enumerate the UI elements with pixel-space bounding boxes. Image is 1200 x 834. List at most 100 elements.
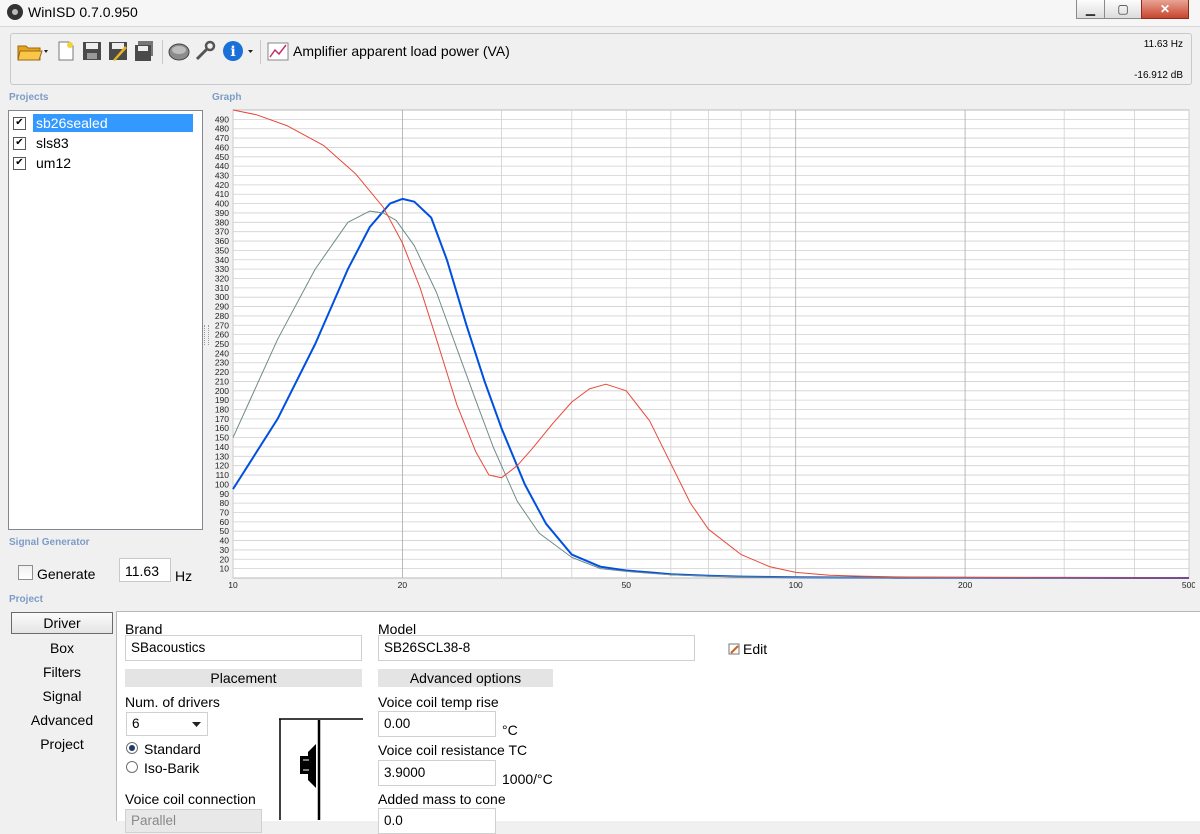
num-drivers-select[interactable]: 6 bbox=[126, 712, 208, 736]
generate-checkbox[interactable] bbox=[18, 565, 33, 580]
tab-driver[interactable]: Driver bbox=[11, 612, 113, 634]
maximize-button[interactable]: ▢ bbox=[1104, 0, 1142, 19]
project-item[interactable]: ✔ sls83 bbox=[13, 134, 72, 152]
advanced-options-header: Advanced options bbox=[378, 669, 553, 687]
model-field[interactable]: SB26SCL38-8 bbox=[378, 635, 695, 661]
y-tick-label: 360 bbox=[215, 236, 229, 246]
x-tick-label: 10 bbox=[228, 580, 238, 590]
signal-generator-section-label: Signal Generator bbox=[9, 537, 90, 548]
frequency-readout: 11.63 Hz bbox=[1143, 39, 1183, 50]
placement-diagram bbox=[279, 718, 363, 820]
y-tick-label: 170 bbox=[215, 414, 229, 424]
y-tick-label: 200 bbox=[215, 386, 229, 396]
graph-section-label: Graph bbox=[212, 92, 242, 103]
tab-signal[interactable]: Signal bbox=[11, 685, 113, 707]
edit-button[interactable]: Edit bbox=[728, 641, 767, 657]
save-as-icon[interactable] bbox=[107, 40, 129, 62]
tab-filters[interactable]: Filters bbox=[11, 661, 113, 683]
project-item[interactable]: ✔ um12 bbox=[13, 154, 74, 172]
vc-resistance-tc-label: Voice coil resistance TC bbox=[378, 742, 528, 758]
y-tick-label: 40 bbox=[220, 536, 230, 546]
y-tick-label: 210 bbox=[215, 376, 229, 386]
info-icon[interactable]: i bbox=[222, 40, 256, 62]
driver-icon[interactable] bbox=[168, 40, 190, 62]
x-tick-label: 100 bbox=[789, 580, 803, 590]
y-tick-label: 190 bbox=[215, 395, 229, 405]
y-tick-label: 90 bbox=[220, 489, 230, 499]
y-tick-label: 30 bbox=[220, 545, 230, 555]
tab-box[interactable]: Box bbox=[11, 637, 113, 659]
tab-project[interactable]: Project bbox=[11, 733, 113, 755]
save-all-icon[interactable] bbox=[133, 40, 155, 62]
vc-resistance-tc-input[interactable]: 3.9000 bbox=[378, 760, 496, 786]
vc-temp-rise-input[interactable]: 0.00 bbox=[378, 711, 496, 737]
y-tick-label: 300 bbox=[215, 292, 229, 302]
y-tick-label: 160 bbox=[215, 423, 229, 433]
project-checkbox[interactable]: ✔ bbox=[13, 116, 26, 130]
project-list[interactable]: ✔ sb26sealed ✔ sls83 ✔ um12 bbox=[8, 110, 203, 530]
y-tick-label: 240 bbox=[215, 348, 229, 358]
tools-icon[interactable] bbox=[194, 40, 216, 62]
graph-type-label[interactable]: Amplifier apparent load power (VA) bbox=[293, 43, 510, 59]
x-tick-label: 50 bbox=[622, 580, 632, 590]
y-tick-label: 350 bbox=[215, 245, 229, 255]
brand-field[interactable]: SBacoustics bbox=[125, 635, 362, 661]
y-tick-label: 320 bbox=[215, 273, 229, 283]
project-item[interactable]: ✔ sb26sealed bbox=[13, 114, 193, 132]
pencil-icon bbox=[728, 643, 740, 655]
y-tick-label: 70 bbox=[220, 507, 230, 517]
x-tick-label: 20 bbox=[398, 580, 408, 590]
y-tick-label: 450 bbox=[215, 152, 229, 162]
projects-section-label: Projects bbox=[9, 92, 49, 103]
project-checkbox[interactable]: ✔ bbox=[13, 136, 26, 150]
generator-frequency-input[interactable]: 11.63 bbox=[119, 558, 171, 582]
title-bar: WinISD 0.7.0.950 ▁ ▢ ✕ bbox=[0, 0, 1200, 27]
window-title: WinISD 0.7.0.950 bbox=[28, 4, 138, 20]
close-button[interactable]: ✕ bbox=[1141, 0, 1189, 19]
y-tick-label: 280 bbox=[215, 311, 229, 321]
edit-label: Edit bbox=[743, 641, 768, 657]
y-tick-label: 120 bbox=[215, 461, 229, 471]
y-tick-label: 310 bbox=[215, 283, 229, 293]
y-tick-label: 230 bbox=[215, 358, 229, 368]
vc-temp-rise-unit: °C bbox=[502, 722, 518, 738]
open-folder-icon[interactable] bbox=[17, 40, 51, 62]
new-file-icon[interactable] bbox=[55, 40, 77, 62]
graph-icon[interactable] bbox=[267, 40, 289, 62]
y-tick-label: 110 bbox=[215, 470, 229, 480]
y-tick-label: 260 bbox=[215, 330, 229, 340]
y-tick-label: 440 bbox=[215, 161, 229, 171]
y-tick-label: 490 bbox=[215, 114, 229, 124]
isobarik-radio[interactable] bbox=[126, 761, 138, 773]
project-name[interactable]: sls83 bbox=[33, 134, 72, 152]
num-drivers-value: 6 bbox=[132, 716, 140, 731]
chevron-down-icon bbox=[192, 722, 201, 727]
y-tick-label: 290 bbox=[215, 302, 229, 312]
y-tick-label: 130 bbox=[215, 451, 229, 461]
y-tick-label: 220 bbox=[215, 367, 229, 377]
voice-coil-connection-select[interactable]: Parallel bbox=[125, 809, 262, 833]
minimize-button[interactable]: ▁ bbox=[1076, 0, 1105, 19]
y-tick-label: 470 bbox=[215, 133, 229, 143]
save-icon[interactable] bbox=[81, 40, 103, 62]
standard-label: Standard bbox=[144, 741, 201, 757]
y-tick-label: 20 bbox=[220, 554, 230, 564]
project-checkbox[interactable]: ✔ bbox=[13, 156, 26, 170]
standard-radio[interactable] bbox=[126, 742, 138, 754]
project-name[interactable]: sb26sealed bbox=[33, 114, 193, 132]
y-tick-label: 410 bbox=[215, 189, 229, 199]
generator-frequency-unit: Hz bbox=[175, 568, 193, 584]
app-speaker-icon bbox=[7, 4, 23, 20]
y-tick-label: 60 bbox=[220, 517, 230, 527]
project-name[interactable]: um12 bbox=[33, 154, 74, 172]
graph-area[interactable]: 1020304050607080901001101201301401501601… bbox=[205, 103, 1195, 590]
db-readout: -16.912 dB bbox=[1134, 70, 1183, 81]
tab-advanced[interactable]: Advanced bbox=[11, 709, 113, 731]
svg-text:i: i bbox=[230, 44, 235, 60]
added-mass-input[interactable]: 0.0 bbox=[378, 808, 496, 834]
y-tick-label: 480 bbox=[215, 124, 229, 134]
y-tick-label: 80 bbox=[220, 498, 230, 508]
toolbar-separator bbox=[260, 40, 261, 64]
toolbar: i Amplifier apparent load power (VA) 11.… bbox=[10, 33, 1192, 85]
num-drivers-label: Num. of drivers bbox=[125, 694, 220, 710]
